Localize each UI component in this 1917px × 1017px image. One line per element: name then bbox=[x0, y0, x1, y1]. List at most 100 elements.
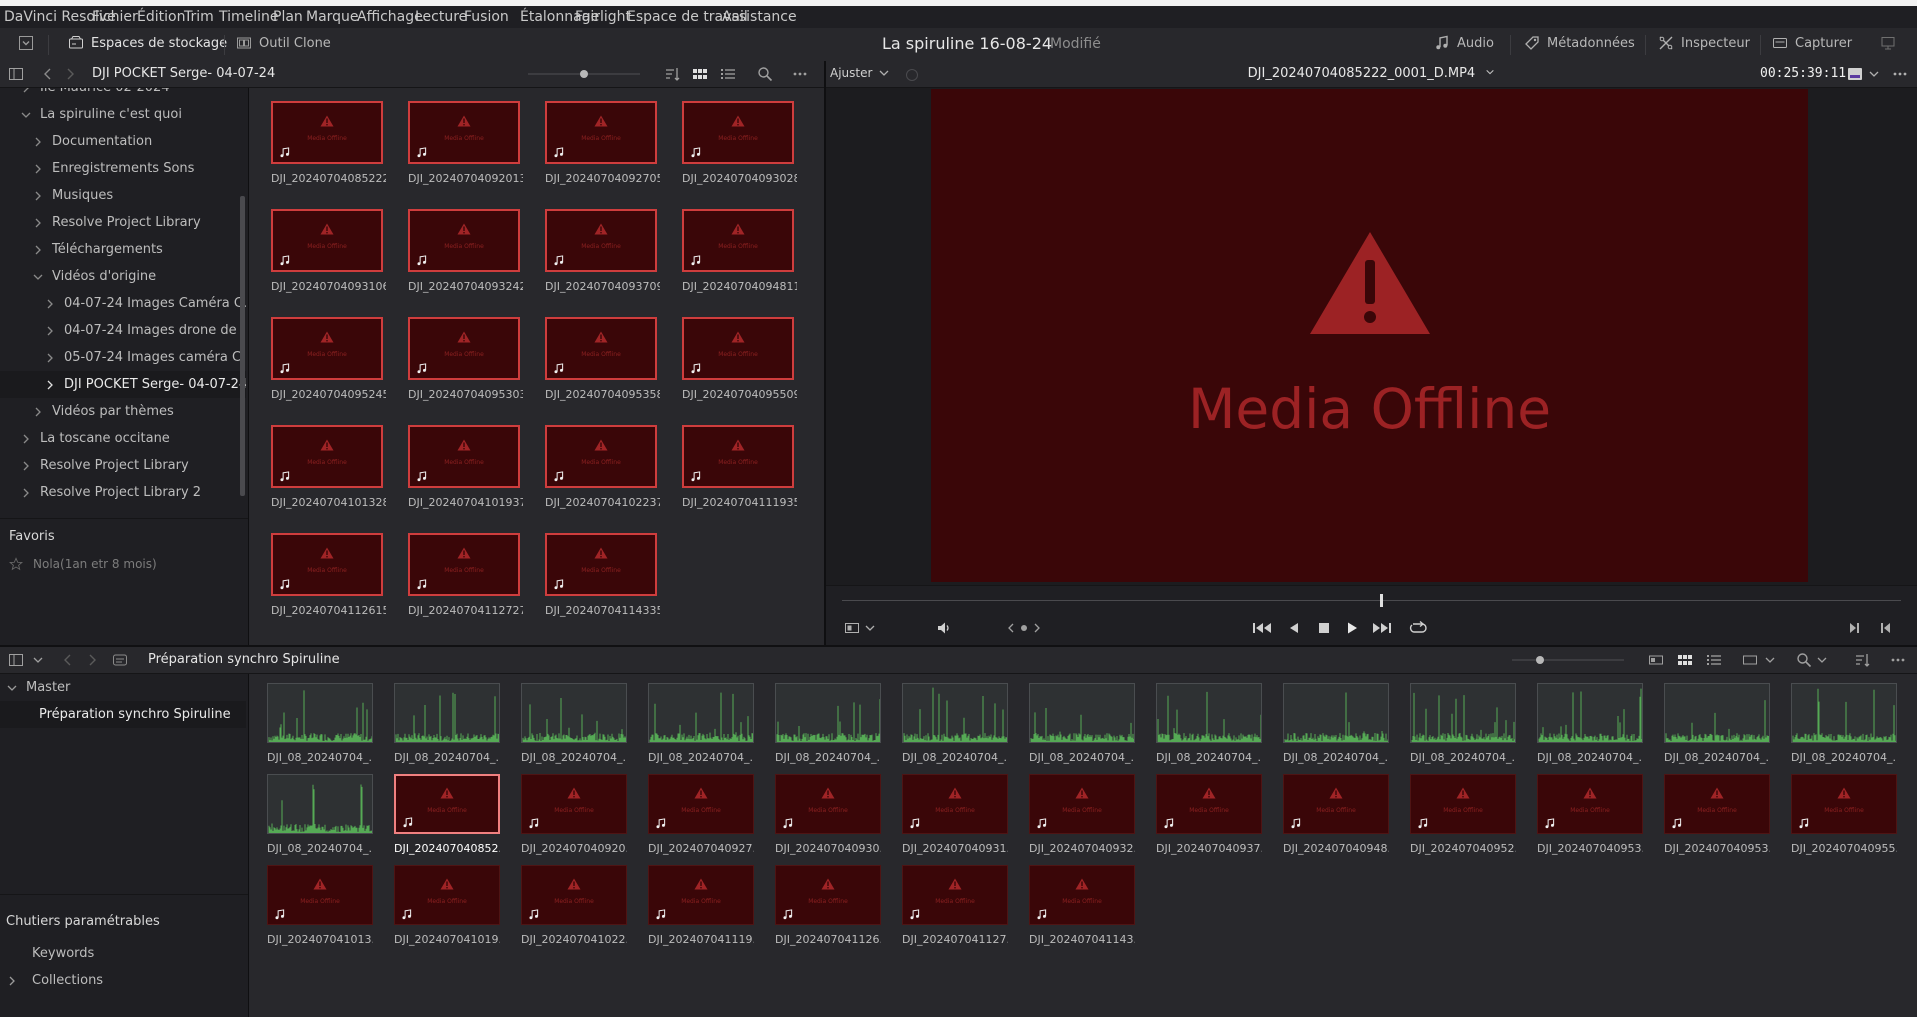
media-clip[interactable]: Media Offline DJI_202407040927... bbox=[648, 774, 754, 855]
clip-thumbnail[interactable]: Media Offline bbox=[682, 317, 794, 380]
options-menu-icon[interactable] bbox=[1890, 652, 1906, 668]
media-clip[interactable]: Media Offline DJI_202407040852... bbox=[394, 774, 500, 855]
media-clip[interactable]: Media Offline DJI_202407040932... bbox=[1029, 774, 1135, 855]
chevron-down-icon[interactable] bbox=[1868, 68, 1880, 80]
tree-folder[interactable]: Téléchargements bbox=[0, 236, 246, 263]
clip-thumbnail[interactable]: Media Offline bbox=[408, 209, 520, 272]
clip-thumbnail[interactable]: Media Offline bbox=[408, 533, 520, 596]
chevron-right-icon[interactable] bbox=[20, 487, 40, 499]
media-clip[interactable]: Media Offline DJI_202407040955... bbox=[1791, 774, 1897, 855]
chevron-down-icon[interactable] bbox=[32, 271, 52, 283]
clip-thumbnail[interactable]: Media Offline bbox=[1156, 774, 1262, 834]
audio-waveform-thumbnail[interactable] bbox=[394, 683, 500, 743]
audio-waveform-thumbnail[interactable] bbox=[267, 683, 373, 743]
audio-clip[interactable]: DJI_08_20240704_... bbox=[648, 683, 754, 764]
tree-folder[interactable]: La spiruline c'est quoi bbox=[0, 101, 246, 128]
media-clip[interactable]: Media Offline DJI_20240704112615... bbox=[271, 533, 386, 617]
go-to-start-icon[interactable] bbox=[1252, 620, 1272, 636]
media-clip[interactable]: Media Offline DJI_20240704095303... bbox=[408, 317, 523, 401]
chevron-right-icon[interactable] bbox=[20, 460, 40, 472]
back-arrow-icon[interactable] bbox=[40, 66, 56, 82]
audio-waveform-thumbnail[interactable] bbox=[1156, 683, 1262, 743]
sidebar-toggle-icon[interactable] bbox=[8, 66, 24, 82]
tree-scrollbar[interactable] bbox=[240, 196, 245, 496]
chevron-right-icon[interactable] bbox=[32, 163, 52, 175]
tree-folder[interactable]: Enregistrements Sons bbox=[0, 155, 246, 182]
audio-clip[interactable]: DJI_08_20240704_... bbox=[902, 683, 1008, 764]
audio-waveform-thumbnail[interactable] bbox=[1410, 683, 1516, 743]
go-to-end-icon[interactable] bbox=[1372, 620, 1392, 636]
clip-thumbnail[interactable]: Media Offline bbox=[545, 533, 657, 596]
monitor-button[interactable] bbox=[1880, 35, 1896, 51]
inspector-button[interactable]: Inspecteur bbox=[1658, 35, 1750, 51]
playhead[interactable] bbox=[1380, 594, 1383, 607]
menu-item[interactable]: Trim bbox=[184, 9, 214, 25]
chevron-right-icon[interactable] bbox=[44, 298, 64, 310]
media-storage-button[interactable]: Espaces de stockage bbox=[68, 35, 227, 51]
media-clip[interactable]: Media Offline DJI_20240704093709... bbox=[545, 209, 660, 293]
menu-item[interactable]: Édition bbox=[137, 9, 185, 25]
clip-thumbnail[interactable]: Media Offline bbox=[1410, 774, 1516, 834]
clip-thumbnail[interactable]: Media Offline bbox=[394, 865, 500, 925]
chevron-down-icon[interactable] bbox=[1764, 654, 1776, 666]
media-clip[interactable]: Media Offline DJI_202407041022... bbox=[521, 865, 627, 946]
media-clip[interactable]: Media Offline DJI_20240704102237... bbox=[545, 425, 660, 509]
proxy-icon[interactable] bbox=[1847, 66, 1863, 82]
audio-waveform-thumbnail[interactable] bbox=[267, 774, 373, 834]
slider-handle[interactable] bbox=[1536, 656, 1544, 664]
chevron-right-icon[interactable] bbox=[44, 352, 64, 364]
audio-clip[interactable]: DJI_08_20240704_... bbox=[394, 683, 500, 764]
tree-folder[interactable]: 04-07-24 Images drone de ... bbox=[0, 317, 246, 344]
audio-waveform-thumbnail[interactable] bbox=[1791, 683, 1897, 743]
tree-folder[interactable]: 04-07-24 Images Caméra C... bbox=[0, 290, 246, 317]
tree-folder[interactable]: Vidéos par thèmes bbox=[0, 398, 246, 425]
menu-item[interactable]: Assistance bbox=[722, 9, 797, 25]
sort-icon[interactable] bbox=[664, 66, 680, 82]
clip-thumbnail[interactable]: Media Offline bbox=[682, 101, 794, 164]
menu-item[interactable]: Timeline bbox=[219, 9, 279, 25]
chevron-right-icon[interactable] bbox=[20, 88, 40, 94]
chevron-down-icon[interactable] bbox=[1816, 654, 1828, 666]
tree-folder[interactable]: DJI POCKET Serge- 04-07-24 bbox=[0, 371, 246, 398]
media-clip[interactable]: Media Offline DJI_202407041013... bbox=[267, 865, 373, 946]
clip-view-icon[interactable] bbox=[844, 620, 860, 636]
chevron-right-icon[interactable] bbox=[32, 190, 52, 202]
media-clip[interactable]: Media Offline DJI_20240704092013... bbox=[408, 101, 523, 185]
audio-waveform-thumbnail[interactable] bbox=[902, 683, 1008, 743]
play-icon[interactable] bbox=[1344, 620, 1360, 636]
bin-list-icon[interactable] bbox=[112, 652, 128, 668]
clip-thumbnail[interactable]: Media Offline bbox=[1029, 865, 1135, 925]
clip-thumbnail[interactable]: Media Offline bbox=[271, 317, 383, 380]
bin-preparation[interactable]: Préparation synchro Spiruline bbox=[0, 701, 246, 728]
chevron-right-icon[interactable] bbox=[32, 406, 52, 418]
chevron-right-icon[interactable] bbox=[44, 325, 64, 337]
tree-folder[interactable]: Musiques bbox=[0, 182, 246, 209]
menu-item[interactable]: Fichier bbox=[92, 9, 138, 25]
tree-folder[interactable]: 05-07-24 Images caméra Cl... bbox=[0, 344, 246, 371]
clip-thumbnail[interactable]: Media Offline bbox=[271, 533, 383, 596]
stop-icon[interactable] bbox=[1316, 620, 1332, 636]
audio-clip[interactable]: DJI_08_20240704_... bbox=[1791, 683, 1897, 764]
media-clip[interactable]: Media Offline DJI_20240704114335... bbox=[545, 533, 660, 617]
audio-clip[interactable]: DJI_08_20240704_... bbox=[267, 683, 373, 764]
master-bin[interactable]: Master bbox=[0, 674, 246, 701]
media-clip[interactable]: Media Offline DJI_202407040931... bbox=[902, 774, 1008, 855]
media-clip[interactable]: Media Offline DJI_20240704093028... bbox=[682, 101, 797, 185]
tree-folder[interactable]: Resolve Project Library bbox=[0, 452, 246, 479]
clip-thumbnail[interactable]: Media Offline bbox=[271, 425, 383, 488]
chevron-down-icon[interactable] bbox=[20, 109, 40, 121]
tree-folder[interactable]: Ile Maurice 02-2024 bbox=[0, 88, 246, 101]
chevron-right-icon[interactable] bbox=[32, 136, 52, 148]
clip-thumbnail[interactable]: Media Offline bbox=[1537, 774, 1643, 834]
tree-folder[interactable]: Resolve Project Library bbox=[0, 209, 246, 236]
media-clip[interactable]: Media Offline DJI_202407040937... bbox=[1156, 774, 1262, 855]
media-clip[interactable]: Media Offline DJI_20240704095245... bbox=[271, 317, 386, 401]
chevron-right-icon[interactable] bbox=[32, 217, 52, 229]
audio-waveform-thumbnail[interactable] bbox=[1029, 683, 1135, 743]
media-clip[interactable]: Media Offline DJI_20240704085222... bbox=[271, 101, 386, 185]
grid-view-icon[interactable] bbox=[692, 66, 708, 82]
clip-thumbnail[interactable]: Media Offline bbox=[682, 425, 794, 488]
reverse-play-icon[interactable] bbox=[1286, 620, 1302, 636]
audio-clip[interactable]: DJI_08_20240704_... bbox=[267, 774, 373, 855]
panel-toggle-button[interactable] bbox=[18, 35, 34, 51]
